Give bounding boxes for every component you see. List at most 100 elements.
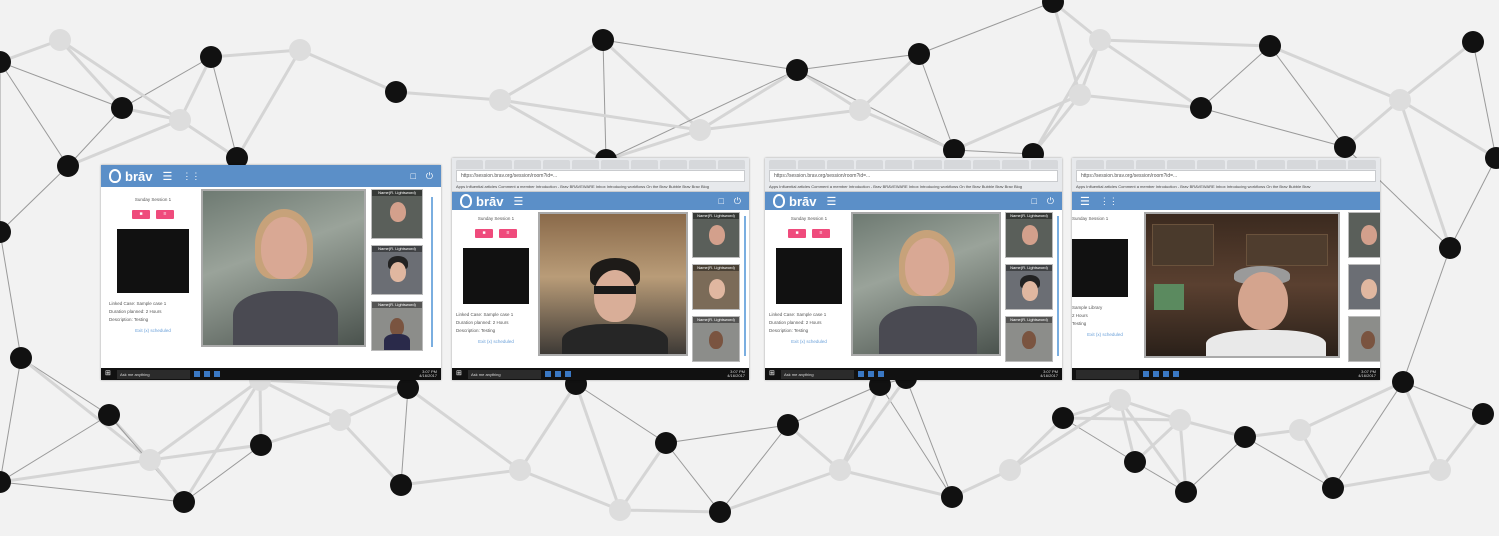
- participant-thumbnail[interactable]: [1348, 316, 1380, 362]
- bookmarks-bar[interactable]: Apps Influential articles Comment a memb…: [1072, 183, 1380, 191]
- taskbar-app-icon[interactable]: [868, 371, 874, 377]
- participant-thumbnail[interactable]: [1348, 212, 1380, 258]
- taskbar-search[interactable]: [1076, 369, 1139, 379]
- address-bar[interactable]: https://session.brav.org/session/room?id…: [769, 170, 1058, 182]
- network-link: [299, 48, 397, 94]
- network-link: [574, 383, 622, 511]
- taskbar-app-icon[interactable]: [1153, 371, 1159, 377]
- session-panel: Sunday Session 1 ■ ≡ Linked Case: Sample…: [456, 212, 536, 344]
- leave-link[interactable]: Exit (x) scheduled: [109, 328, 197, 333]
- network-node: [709, 501, 731, 523]
- power-icon[interactable]: ⏻: [1047, 196, 1054, 207]
- mic-toggle-button[interactable]: ≡: [812, 229, 830, 238]
- taskbar-app-icon[interactable]: [555, 371, 561, 377]
- participant-thumbnail[interactable]: Name(R. Lightsword): [692, 212, 740, 258]
- participant-thumbnail[interactable]: [1348, 264, 1380, 310]
- participant-name: Name(R. Lightsword): [693, 265, 739, 271]
- taskbar-app-icon[interactable]: [1143, 371, 1149, 377]
- network-node: [1234, 426, 1256, 448]
- participant-thumbnail[interactable]: Name(R. Lightsword): [371, 301, 423, 351]
- taskbar-app-icon[interactable]: [545, 371, 551, 377]
- app-header: ☰ ⋮⋮: [1072, 192, 1380, 210]
- scrollbar[interactable]: [1057, 216, 1059, 356]
- main-video: [538, 212, 688, 356]
- grid-icon[interactable]: ⋮⋮: [1100, 196, 1118, 207]
- mic-toggle-button[interactable]: ≡: [156, 210, 174, 219]
- network-ghost-node: [509, 459, 531, 481]
- windows-start-icon[interactable]: ⊞: [769, 370, 777, 378]
- participant-thumbnail[interactable]: Name(R. Lightsword): [1005, 316, 1053, 362]
- mic-toggle-button[interactable]: ≡: [499, 229, 517, 238]
- screenshot-1: brāv ☰ ⋮⋮ □ ⏻ Sunday Session 1 ■ ≡ Linke…: [101, 165, 441, 380]
- taskbar-app-icon[interactable]: [214, 371, 220, 377]
- participant-name: Name(R. Lightsword): [372, 302, 422, 308]
- participant-thumbnail[interactable]: Name(R. Lightsword): [692, 264, 740, 310]
- address-bar[interactable]: https://session.brav.org/session/room?id…: [1076, 170, 1376, 182]
- network-link: [953, 149, 1034, 155]
- participant-thumbnail[interactable]: Name(R. Lightsword): [1005, 264, 1053, 310]
- network-link: [1185, 436, 1246, 493]
- network-link: [905, 377, 953, 498]
- network-node: [1485, 147, 1499, 169]
- chat-icon[interactable]: □: [1031, 196, 1036, 206]
- network-link: [1062, 417, 1136, 463]
- linked-case: Linked Case: Sample case 1: [109, 301, 167, 306]
- video-toggle-button[interactable]: ■: [475, 229, 493, 238]
- network-link: [0, 357, 22, 483]
- hamburger-menu-icon[interactable]: ☰: [826, 195, 836, 208]
- scrollbar[interactable]: [744, 216, 746, 356]
- taskbar-app-icon[interactable]: [194, 371, 200, 377]
- taskbar-app-icon[interactable]: [1173, 371, 1179, 377]
- participant-thumbnails: [1348, 212, 1380, 362]
- scrollbar[interactable]: [431, 197, 433, 347]
- taskbar-app-icon[interactable]: [858, 371, 864, 377]
- hamburger-menu-icon[interactable]: ☰: [513, 195, 523, 208]
- leave-link[interactable]: Exit (x) scheduled: [456, 339, 536, 344]
- taskbar-app-icon[interactable]: [565, 371, 571, 377]
- network-node: [1259, 35, 1281, 57]
- participant-thumbnail[interactable]: Name(R. Lightsword): [692, 316, 740, 362]
- taskbar-search[interactable]: Ask me anything: [117, 369, 190, 379]
- network-link: [0, 61, 69, 167]
- taskbar-search[interactable]: Ask me anything: [781, 369, 854, 379]
- network-link: [1472, 41, 1497, 159]
- participant-name: Name(R. Lightsword): [1006, 213, 1052, 219]
- hamburger-menu-icon[interactable]: ☰: [162, 170, 172, 183]
- network-node: [1392, 371, 1414, 393]
- address-bar[interactable]: https://session.brav.org/session/room?id…: [456, 170, 745, 182]
- taskbar-app-icon[interactable]: [1163, 371, 1169, 377]
- participant-thumbnail[interactable]: Name(R. Lightsword): [371, 245, 423, 295]
- bookmarks-bar[interactable]: Apps Influential articles Comment a memb…: [452, 183, 749, 191]
- leave-link[interactable]: Exit (x) scheduled: [769, 339, 849, 344]
- grid-icon[interactable]: ⋮⋮: [182, 171, 200, 182]
- participant-thumbnail[interactable]: Name(R. Lightsword): [1005, 212, 1053, 258]
- participant-thumbnail[interactable]: Name(R. Lightsword): [371, 189, 423, 239]
- video-toggle-button[interactable]: ■: [788, 229, 806, 238]
- chat-icon[interactable]: □: [718, 196, 723, 206]
- video-toggle-button[interactable]: ■: [132, 210, 150, 219]
- network-link: [235, 49, 302, 159]
- hamburger-menu-icon[interactable]: ☰: [1080, 195, 1090, 208]
- participant-name: Name(R. Lightsword): [372, 246, 422, 252]
- session-title: Sunday Session 1: [790, 216, 828, 221]
- windows-start-icon[interactable]: ⊞: [105, 370, 113, 378]
- taskbar-app-icon[interactable]: [204, 371, 210, 377]
- taskbar-search[interactable]: Ask me anything: [468, 369, 541, 379]
- power-icon[interactable]: ⏻: [734, 196, 741, 207]
- bookmarks-bar[interactable]: Apps Influential articles Comment a memb…: [765, 183, 1062, 191]
- network-link: [796, 68, 861, 112]
- leave-link[interactable]: Exit (x) scheduled: [1072, 332, 1138, 337]
- logo-icon: [109, 169, 121, 183]
- chat-icon[interactable]: □: [410, 171, 415, 181]
- network-ghost-node: [1289, 419, 1311, 441]
- network-ghost-node: [1069, 84, 1091, 106]
- network-link: [1402, 247, 1451, 383]
- logo-icon: [460, 194, 472, 208]
- main-video: [851, 212, 1001, 356]
- participant-thumbnails: Name(R. Lightsword) Name(R. Lightsword) …: [371, 189, 423, 351]
- power-icon[interactable]: ⏻: [426, 171, 433, 182]
- windows-start-icon[interactable]: ⊞: [456, 370, 464, 378]
- taskbar-app-icon[interactable]: [878, 371, 884, 377]
- session-title: Sunday Session 1: [1072, 216, 1109, 221]
- network-link: [1200, 45, 1271, 109]
